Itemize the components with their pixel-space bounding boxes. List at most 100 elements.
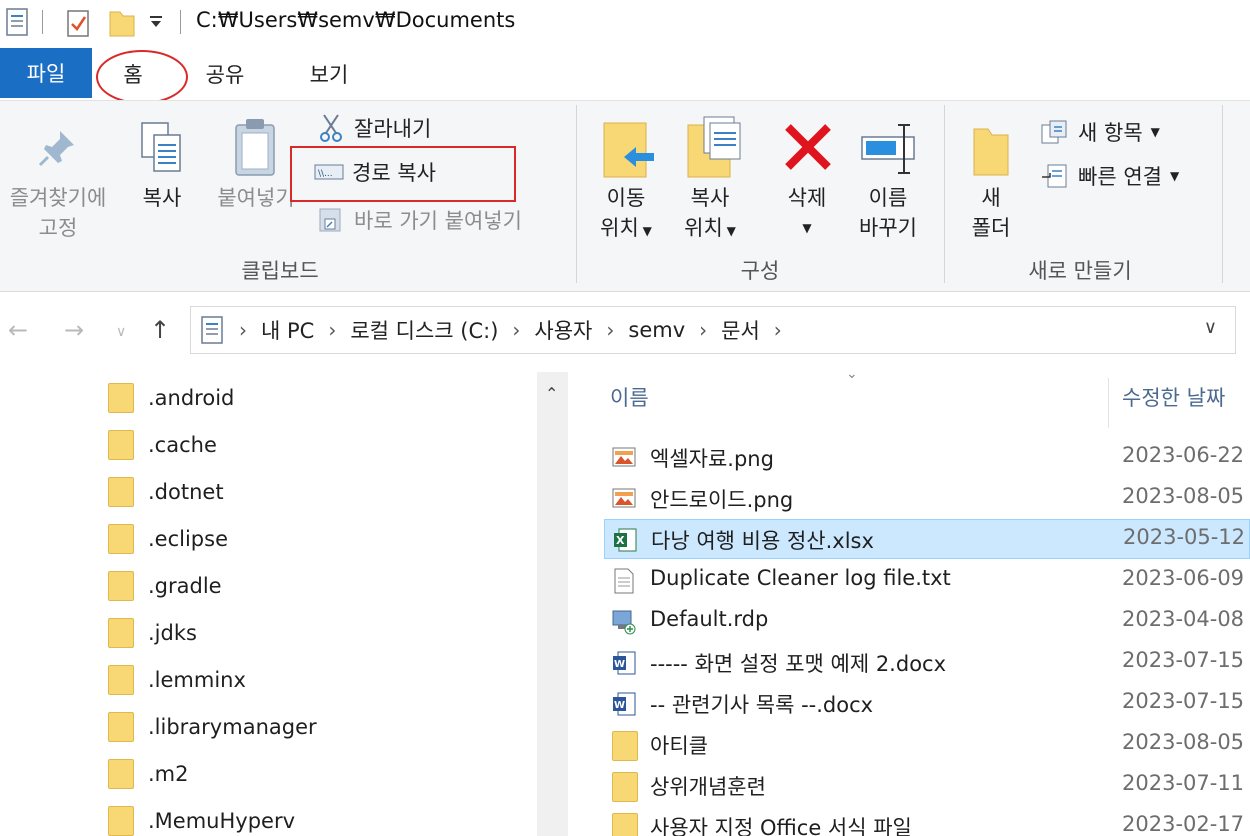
nav-folder-item[interactable]: .lemminx [108, 660, 246, 700]
nav-folder-label: .cache [148, 433, 217, 457]
copy-to-label-2: 위치 [684, 216, 723, 240]
move-to-icon [603, 122, 654, 178]
breadcrumb-chevron-icon[interactable]: › [328, 318, 336, 342]
copy-button[interactable]: 복사 [130, 183, 194, 213]
nav-folder-item[interactable]: .jdks [108, 613, 197, 653]
title-separator-2 [180, 10, 181, 34]
column-header-name[interactable]: 이름 [610, 382, 649, 412]
file-row[interactable]: 아티클 2023-08-05 [604, 725, 1250, 765]
word-icon: W [613, 692, 636, 716]
copy-to-button[interactable]: 복사 위치 ▼ [672, 183, 748, 246]
file-row[interactable]: Default.rdp 2023-04-08 [604, 602, 1250, 642]
navigation-pane: .android .cache .dotnet .eclipse .gradle… [0, 372, 570, 836]
tab-view[interactable]: 보기 [294, 48, 364, 100]
file-date: 2023-08-05 [1122, 484, 1245, 508]
copy-to-dropdown-icon: ▼ [722, 224, 736, 238]
breadcrumb-this-pc[interactable]: 내 PC [261, 315, 314, 345]
nav-folder-label: .jdks [148, 621, 197, 645]
nav-folder-item[interactable]: .gradle [108, 566, 222, 606]
ribbon-group-separator-2 [944, 105, 945, 283]
breadcrumb-chevron-icon[interactable]: › [699, 318, 707, 342]
folder-icon [108, 759, 134, 789]
breadcrumb-chevron-icon[interactable]: › [774, 318, 782, 342]
file-row-selected[interactable]: X 다낭 여행 비용 정산.xlsx 2023-05-12 [604, 519, 1250, 559]
file-row[interactable]: W -- 관련기사 목록 --.docx 2023-07-15 [604, 684, 1250, 724]
file-row[interactable]: Duplicate Cleaner log file.txt 2023-06-0… [604, 561, 1250, 601]
document-properties-icon[interactable] [6, 8, 28, 36]
sort-chevron-icon: ⌄ [846, 372, 858, 382]
breadcrumb-semv[interactable]: semv [628, 318, 685, 342]
delete-x-icon [785, 124, 831, 170]
word-icon: W [613, 651, 636, 675]
breadcrumb-users[interactable]: 사용자 [534, 315, 592, 345]
file-date: 2023-07-11 [1122, 771, 1245, 795]
ribbon-tabs: 파일 홈 공유 보기 [0, 48, 1250, 104]
ribbon: 즐겨찾기에 고정 복사 붙여넣기 잘라내기 \\... 경로 복사 바로 가기 … [0, 100, 1250, 292]
new-folder-icon [973, 128, 1009, 176]
new-item-icon [1041, 120, 1067, 144]
folder-icon [108, 712, 134, 742]
recent-locations-chevron-icon[interactable]: ∨ [116, 324, 126, 340]
breadcrumb-chevron-icon[interactable]: › [512, 318, 520, 342]
back-arrow-icon[interactable]: ← [8, 316, 28, 344]
breadcrumb-documents[interactable]: 문서 [721, 315, 760, 345]
cut-label: 잘라내기 [354, 117, 432, 141]
file-date: 2023-06-09 [1122, 566, 1245, 590]
move-to-button[interactable]: 이동 위치 ▼ [588, 183, 664, 246]
properties-check-icon[interactable] [66, 8, 92, 38]
pin-to-quick-access-button[interactable]: 즐겨찾기에 고정 [0, 183, 116, 243]
nav-folder-item[interactable]: .librarymanager [108, 707, 317, 747]
image-icon [612, 488, 636, 508]
breadcrumb-chevron-icon[interactable]: › [606, 318, 614, 342]
new-item-label: 새 항목 [1078, 121, 1143, 145]
nav-folder-item[interactable]: .dotnet [108, 472, 224, 512]
breadcrumb-local-disk[interactable]: 로컬 디스크 (C:) [350, 315, 498, 345]
file-row[interactable]: 엑셀자료.png 2023-06-22 [604, 438, 1250, 478]
rename-button[interactable]: 이름 바꾸기 [848, 183, 928, 243]
move-to-label-1: 이동 [606, 186, 646, 210]
easy-access-button[interactable]: 빠른 연결 ▼ [1040, 161, 1179, 191]
delete-button[interactable]: 삭제 ▼ [770, 183, 844, 243]
ribbon-group-separator [576, 105, 577, 283]
paste-shortcut-label: 바로 가기 붙여넣기 [354, 209, 522, 233]
move-to-label-2: 위치 [600, 216, 639, 240]
file-row[interactable]: 상위개념훈련 2023-07-11 [604, 766, 1250, 806]
file-row[interactable]: W ----- 화면 설정 포맷 예제 2.docx 2023-07-15 [604, 643, 1250, 683]
address-bar[interactable]: › 내 PC › 로컬 디스크 (C:) › 사용자 › semv › 문서 ›… [190, 306, 1236, 354]
forward-arrow-icon[interactable]: → [64, 316, 84, 344]
cut-button[interactable]: 잘라내기 [318, 113, 431, 143]
column-separator[interactable] [1108, 378, 1109, 428]
file-date: 2023-05-12 [1123, 525, 1246, 549]
new-folder-button[interactable]: 새 폴더 [958, 183, 1024, 243]
up-arrow-icon[interactable]: ↑ [150, 316, 170, 344]
new-group-label: 새로 만들기 [1028, 259, 1132, 283]
paste-shortcut-button[interactable]: 바로 가기 붙여넣기 [318, 205, 522, 235]
file-row[interactable]: 안드로이드.png 2023-08-05 [604, 479, 1250, 519]
nav-folder-item[interactable]: .m2 [108, 754, 189, 794]
nav-folder-item[interactable]: .eclipse [108, 519, 228, 559]
image-icon [612, 447, 636, 467]
nav-folder-item[interactable]: .MemuHyperv [108, 801, 295, 836]
navigation-pane-scrollbar[interactable]: ⌃ [537, 372, 568, 836]
scroll-up-arrow-icon[interactable]: ⌃ [545, 384, 558, 403]
nav-folder-label: .lemminx [148, 668, 246, 692]
file-name: ----- 화면 설정 포맷 예제 2.docx [650, 652, 947, 676]
tab-share[interactable]: 공유 [190, 48, 260, 100]
nav-folder-item[interactable]: .cache [108, 425, 217, 465]
nav-folder-label: .librarymanager [148, 715, 317, 739]
file-row[interactable]: 사용자 지정 Office 서식 파일 2023-02-17 [604, 807, 1250, 836]
window-title: C:₩Users₩semv₩Documents [196, 8, 516, 32]
folder-icon [612, 731, 638, 761]
column-header-modified[interactable]: 수정한 날짜 [1122, 382, 1225, 412]
customize-toolbar-icon[interactable] [148, 14, 164, 30]
address-dropdown-chevron-icon[interactable]: ∨ [1204, 317, 1217, 338]
new-folder-quick-icon[interactable] [108, 8, 136, 38]
tab-file[interactable]: 파일 [0, 48, 92, 98]
folder-icon [108, 618, 134, 648]
copy-to-label-1: 복사 [690, 186, 730, 210]
nav-folder-item[interactable]: .android [108, 378, 234, 418]
breadcrumb-chevron-icon[interactable]: › [239, 318, 247, 342]
nav-folder-label: .gradle [148, 574, 222, 598]
new-item-button[interactable]: 새 항목 ▼ [1040, 117, 1160, 147]
home-tab-highlight-circle [96, 50, 188, 104]
